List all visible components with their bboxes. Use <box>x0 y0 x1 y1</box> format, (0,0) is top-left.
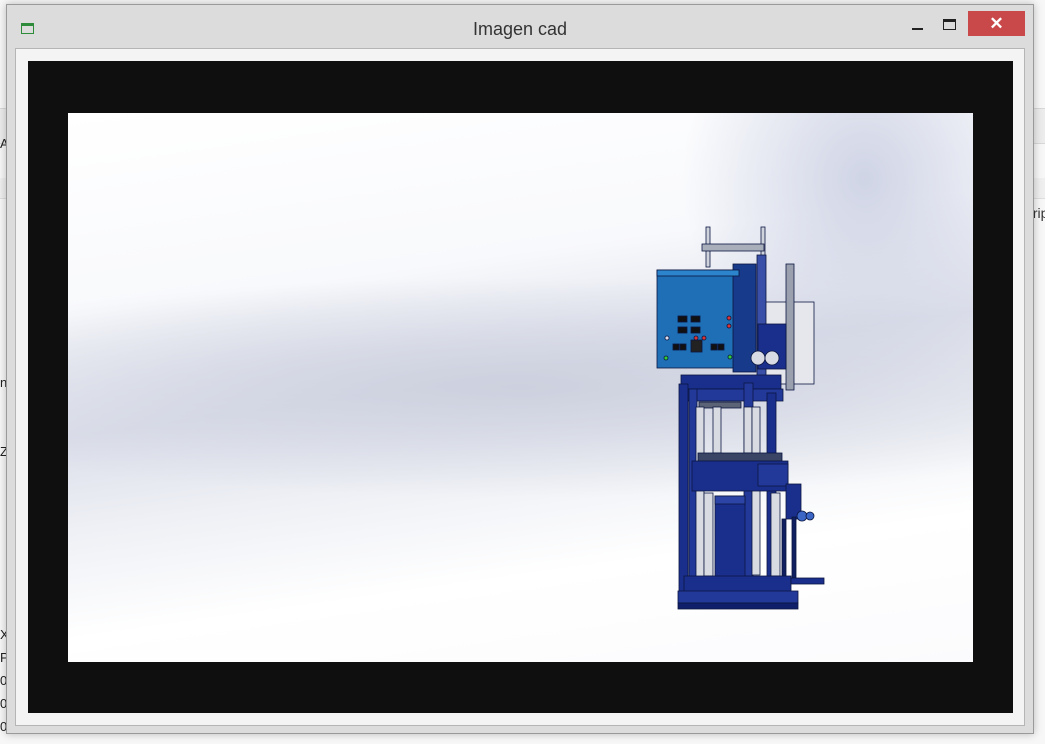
title-bar[interactable]: Imagen cad ✕ <box>7 5 1033 47</box>
cad-render-image[interactable] <box>68 113 973 662</box>
cad-press-machine-drawing <box>656 226 825 610</box>
close-button[interactable]: ✕ <box>968 11 1025 36</box>
image-viewport <box>28 61 1013 713</box>
minimize-button[interactable] <box>903 11 931 37</box>
minimize-icon <box>911 28 923 30</box>
window-client-area <box>15 48 1025 726</box>
close-icon: ✕ <box>989 13 1004 33</box>
maximize-icon <box>942 18 956 30</box>
maximize-button[interactable] <box>935 11 963 37</box>
cad-image-window: Imagen cad ✕ <box>6 4 1034 734</box>
window-title: Imagen cad <box>472 19 568 39</box>
